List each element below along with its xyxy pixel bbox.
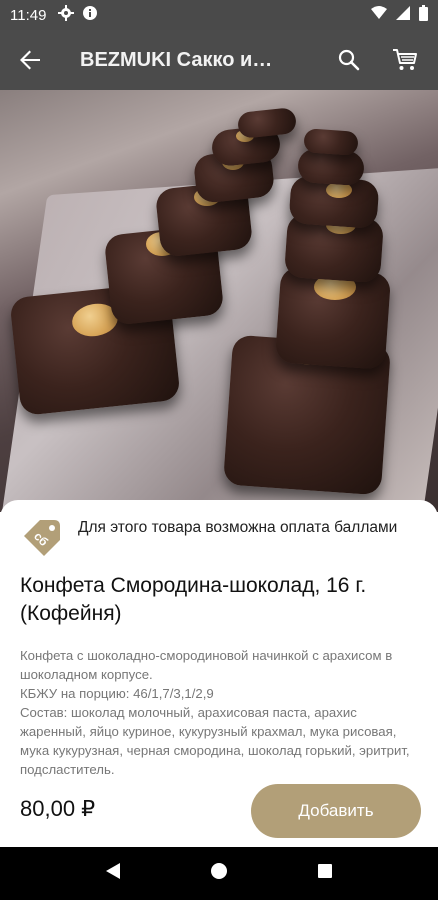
signal-icon xyxy=(396,5,410,25)
system-nav-bar xyxy=(0,847,438,900)
back-button[interactable] xyxy=(0,30,60,90)
battery-icon xyxy=(419,4,428,26)
product-description: Конфета с шоколадно-смородиновой начинко… xyxy=(20,648,410,777)
bonus-payment-note: сб Для этого товара возможна оплата балл… xyxy=(20,516,420,560)
status-bar: 11:49 xyxy=(0,0,438,30)
bonus-note-text: Для этого товара возможна оплата баллами xyxy=(78,519,398,536)
product-details-sheet: сб Для этого товара возможна оплата балл… xyxy=(0,500,438,847)
wifi-icon xyxy=(371,5,387,25)
triangle-back-icon xyxy=(105,863,120,879)
info-icon xyxy=(82,5,98,26)
nav-recents-button[interactable] xyxy=(317,863,333,884)
product-title: Конфета Смородина-шоколад, 16 г. (Кофейн… xyxy=(20,574,367,625)
bonus-tag-icon: сб xyxy=(24,520,60,556)
product-price: 80,00 ₽ xyxy=(20,796,96,821)
app-title: BEZMUKI Сакко и… xyxy=(80,48,273,71)
status-time: 11:49 xyxy=(10,6,47,24)
nav-back-button[interactable] xyxy=(105,862,121,885)
add-to-cart-button[interactable]: Добавить xyxy=(251,784,421,838)
search-button[interactable] xyxy=(332,43,366,77)
circle-home-icon xyxy=(210,863,227,879)
settings-icon xyxy=(58,4,75,26)
cart-button[interactable] xyxy=(388,43,422,77)
search-icon xyxy=(338,49,360,71)
nav-home-button[interactable] xyxy=(210,862,228,885)
app-bar: BEZMUKI Сакко и… xyxy=(0,30,438,90)
arrow-back-icon xyxy=(20,50,40,70)
product-image xyxy=(0,90,438,512)
square-recents-icon xyxy=(318,864,333,878)
cart-icon xyxy=(393,49,417,70)
